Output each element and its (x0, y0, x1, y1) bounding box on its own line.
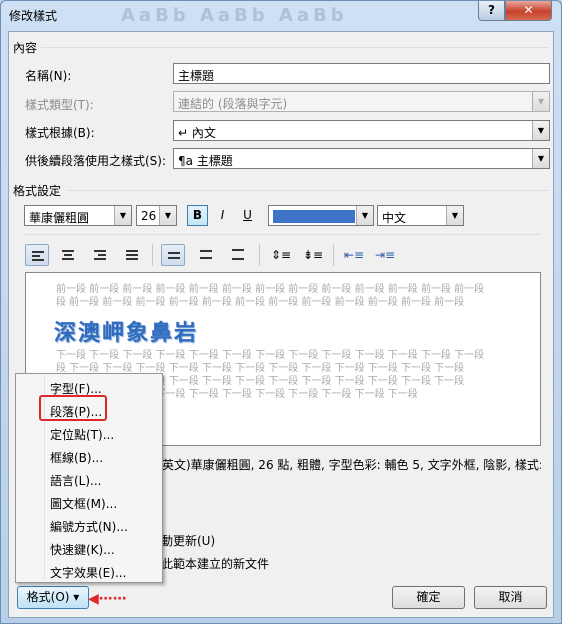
script-select[interactable]: 中文 ▼ (377, 205, 464, 226)
double-spacing-icon[interactable] (226, 244, 250, 266)
underline-button[interactable]: U (237, 205, 258, 226)
chevron-down-icon[interactable]: ▼ (532, 149, 549, 168)
align-right-icon[interactable] (88, 244, 112, 266)
italic-button[interactable]: I (212, 205, 233, 226)
chevron-down-icon[interactable]: ▼ (446, 206, 463, 225)
single-spacing-icon[interactable] (161, 244, 185, 266)
properties-section-label: 內容 (13, 41, 38, 55)
formatting-section-label: 格式設定 (13, 184, 62, 198)
font-select[interactable]: 華康儷粗圓 ▼ (24, 205, 132, 226)
chevron-down-icon[interactable]: ▼ (114, 206, 131, 225)
name-input[interactable]: 主標題 (173, 63, 550, 84)
toolbar-separator (25, 234, 541, 235)
preview-previous-paragraph: 前一段 前一段 前一段 前一段 前一段 前一段 前一段 前一段 前一段 前一段 … (56, 284, 485, 295)
toolbar-divider (333, 244, 334, 266)
chevron-down-icon[interactable]: ▼ (532, 121, 549, 140)
annotation-arrow-icon: ◀⋯⋯ (88, 591, 127, 607)
title-bar[interactable]: AaBb AaBb AaBb 修改樣式 ? ✕ (1, 1, 561, 29)
auto-update-checkbox-label[interactable]: 動更新(U) (161, 532, 215, 549)
ok-button[interactable]: 確定 (392, 586, 465, 609)
chevron-down-icon[interactable]: ▼ (159, 206, 176, 225)
menu-item-text-effects[interactable]: 文字效果(E)... (50, 564, 126, 581)
help-button[interactable]: ? (478, 1, 505, 21)
dialog-title: 修改樣式 (9, 9, 58, 23)
bold-button[interactable]: B (187, 205, 208, 226)
style-type-select[interactable]: 連結的 (段落與字元) ▼ (173, 91, 550, 112)
name-label: 名稱(N): (25, 69, 72, 83)
decrease-indent-icon[interactable]: ⇤≡ (342, 244, 366, 266)
preview-next-paragraph: 下一段 下一段 下一段 下一段 下一段 下一段 下一段 下一段 下一段 下一段 … (56, 350, 485, 361)
justify-icon[interactable] (120, 244, 144, 266)
toolbar-divider (152, 244, 153, 266)
align-center-icon[interactable] (56, 244, 80, 266)
formatting-separator (67, 190, 549, 191)
increase-paragraph-spacing-icon[interactable]: ⇕≡ (269, 244, 293, 266)
next-style-select[interactable]: ¶a 主標題 ▼ (173, 148, 550, 169)
menu-item-shortcut-key[interactable]: 快速鍵(K)... (50, 541, 115, 558)
based-on-value: ↵ 內文 (178, 126, 216, 140)
style-type-value: 連結的 (段落與字元) (178, 97, 288, 111)
format-button[interactable]: 格式(O) ▾ (17, 586, 89, 609)
menu-item-language[interactable]: 語言(L)... (50, 472, 102, 489)
font-value: 華康儷粗圓 (29, 211, 90, 225)
menu-item-frame[interactable]: 圖文框(M)... (50, 495, 117, 512)
background-style-gallery-text: AaBb AaBb AaBb (121, 5, 348, 26)
preview-previous-paragraph: 段 前一段 前一段 前一段 前一段 前一段 前一段 前一段 前一段 前一段 前一… (56, 297, 465, 308)
next-style-label: 供後續段落使用之樣式(S): (25, 154, 167, 168)
preview-sample-text: 深澳岬象鼻岩 (54, 321, 199, 346)
font-size-value: 26 (141, 209, 157, 223)
properties-separator (41, 47, 549, 48)
close-button[interactable]: ✕ (505, 1, 552, 21)
new-documents-option-label[interactable]: 此範本建立的新文件 (161, 555, 269, 572)
menu-item-tabs[interactable]: 定位點(T)... (50, 426, 114, 443)
based-on-select[interactable]: ↵ 內文 ▼ (173, 120, 550, 141)
name-input-value: 主標題 (178, 69, 215, 83)
chevron-down-icon: ▼ (532, 92, 549, 111)
increase-indent-icon[interactable]: ⇥≡ (373, 244, 397, 266)
paragraph-highlight-box (39, 395, 107, 421)
chevron-down-icon[interactable]: ▼ (356, 206, 373, 225)
align-left-icon[interactable] (25, 244, 49, 266)
font-color-select[interactable]: ▼ (268, 205, 374, 226)
menu-item-border[interactable]: 框線(B)... (50, 449, 103, 466)
toolbar-divider (259, 244, 260, 266)
style-type-label: 樣式類型(T): (25, 98, 94, 112)
decrease-paragraph-spacing-icon[interactable]: ⇟≡ (301, 244, 325, 266)
modify-style-dialog: AaBb AaBb AaBb 修改樣式 ? ✕ 內容 名稱(N): 主標題 樣式… (0, 0, 562, 624)
font-color-swatch (273, 210, 355, 223)
script-value: 中文 (382, 211, 407, 225)
menu-item-numbering[interactable]: 編號方式(N)... (50, 518, 128, 535)
next-style-value: ¶a 主標題 (178, 154, 233, 168)
based-on-label: 樣式根據(B): (25, 126, 95, 140)
font-size-select[interactable]: 26 ▼ (136, 205, 177, 226)
style-description-text: 英文)華康儷粗圓, 26 點, 粗體, 字型色彩: 輔色 5, 文字外框, 陰影… (162, 458, 541, 472)
cancel-button[interactable]: 取消 (474, 586, 547, 609)
one-half-spacing-icon[interactable] (194, 244, 218, 266)
